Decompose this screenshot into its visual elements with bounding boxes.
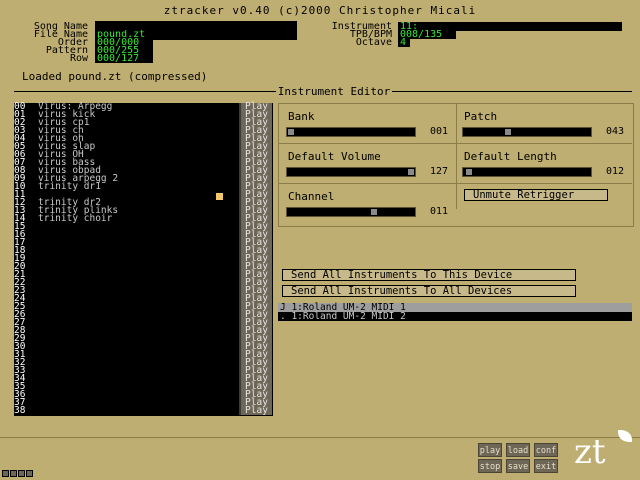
channel-label: Channel [288,190,335,203]
instrument-row[interactable]: 19 Play [14,254,273,263]
play-button[interactable]: play [478,443,502,457]
instrument-row[interactable]: 23 Play [14,286,273,295]
instrument-row[interactable]: 15 Play [14,222,273,231]
instrument-list[interactable]: 00 Virus: Arpegg Play 01 virus kick Play 02 vir… [14,102,273,416]
cpu-meter-block [18,470,25,477]
exit-button[interactable]: exit [534,459,558,473]
instrument-row[interactable]: 16 Play [14,230,273,239]
instrument-row[interactable]: 18 Play [14,246,273,255]
cursor-marker [216,193,223,200]
instrument-row[interactable]: 32 Play [14,358,273,367]
instrument-row[interactable]: 28 Play [14,326,273,335]
channel-slider-thumb[interactable] [371,209,377,215]
default-volume-slider[interactable] [286,167,416,177]
instrument-row[interactable]: 24 Play [14,294,273,303]
stop-button[interactable]: stop [478,459,502,473]
midi-device-item[interactable]: . 1:Roland UM-2 MIDI 2 [278,312,632,322]
instrument-row[interactable]: 25 Play [14,302,273,311]
midi-device-list[interactable]: J 1:Roland UM-2 MIDI 1 . 1:Roland UM-2 M… [278,303,632,321]
save-button[interactable]: save [506,459,530,473]
send-to-this-device-button[interactable]: Send All Instruments To This Device [282,269,576,281]
load-button[interactable]: load [506,443,530,457]
row-field[interactable]: 000/127 [95,54,153,63]
octave-field[interactable]: 4 [398,38,410,47]
bottom-divider [0,437,640,438]
send-to-all-devices-button[interactable]: Send All Instruments To All Devices [282,285,576,297]
instrument-number: 38 [14,405,26,416]
channel-value: 011 [429,206,448,217]
cpu-meter-block [10,470,17,477]
default-volume-slider-thumb[interactable] [408,169,414,175]
bank-label: Bank [288,110,315,123]
instrument-row[interactable]: 21 Play [14,270,273,279]
cpu-meter-block [26,470,33,477]
default-volume-label: Default Volume [288,150,381,163]
instrument-row[interactable]: 20 Play [14,262,273,271]
instrument-row[interactable]: 37 Play [14,398,273,407]
bank-slider[interactable] [286,127,416,137]
patch-slider[interactable] [462,127,592,137]
panel-divider-vertical [456,103,457,209]
octave-label: Octave [355,37,392,48]
channel-slider[interactable] [286,207,416,217]
zt-logo: zt [574,432,606,472]
instrument-row[interactable]: 38 Play [14,405,273,416]
status-message: Loaded pound.zt (compressed) [22,70,208,83]
instrument-play-button[interactable]: Play [241,406,272,415]
instrument-row[interactable]: 17 Play [14,238,273,247]
default-length-slider-thumb[interactable] [466,169,472,175]
instrument-row[interactable]: 34 Play [14,374,273,383]
instrument-name[interactable]: trinity choir [38,214,112,224]
instrument-row[interactable]: 36 Play [14,390,273,399]
patch-slider-thumb[interactable] [505,129,511,135]
panel-divider-2 [278,183,632,184]
cpu-meter-block [2,470,9,477]
row-label: Row [69,53,88,64]
default-volume-value: 127 [429,166,448,177]
instrument-row[interactable]: 31 Play [14,350,273,359]
panel-divider-1 [278,143,632,144]
instrument-row[interactable]: 30 Play [14,342,273,351]
bank-slider-thumb[interactable] [288,129,294,135]
unmute-retrigger-button[interactable]: Unmute Retrigger [464,189,608,201]
instrument-row[interactable]: 14 trinity choir Play [14,214,273,224]
section-title: Instrument Editor [276,85,392,98]
instrument-row[interactable]: 27 Play [14,318,273,327]
conf-button[interactable]: conf [534,443,558,457]
instrument-row[interactable]: 29 Play [14,334,273,343]
default-length-value: 012 [605,166,624,177]
instrument-row[interactable]: 26 Play [14,310,273,319]
instrument-row[interactable]: 33 Play [14,366,273,375]
instrument-row[interactable]: 10 trinity dr1 Play [14,182,273,192]
patch-label: Patch [464,110,498,123]
bank-value: 001 [429,126,448,137]
instrument-row[interactable]: 22 Play [14,278,273,287]
app-title: ztracker v0.40 (c)2000 Christopher Mical… [163,4,477,17]
default-length-label: Default Length [464,150,557,163]
instrument-name[interactable]: trinity dr1 [38,182,101,192]
patch-value: 043 [605,126,624,137]
default-length-slider[interactable] [462,167,592,177]
logo-leaf-icon [618,430,632,442]
instrument-row[interactable]: 35 Play [14,382,273,391]
